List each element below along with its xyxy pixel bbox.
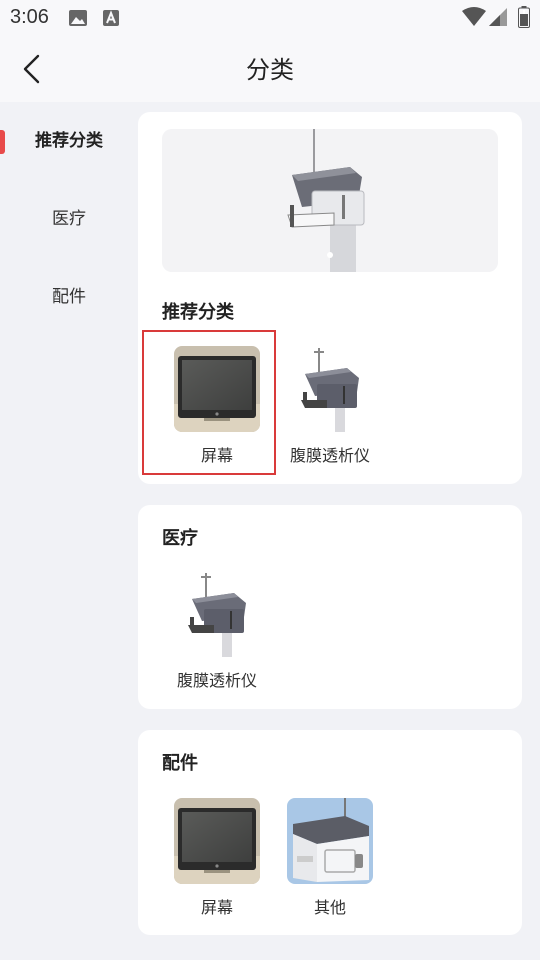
category-item-dialysis[interactable]: 腹膜透析仪 bbox=[280, 346, 380, 466]
category-label: 腹膜透析仪 bbox=[176, 671, 257, 690]
sidebar-item-accessories[interactable]: 配件 bbox=[0, 258, 138, 336]
image-icon bbox=[69, 10, 87, 26]
battery-icon bbox=[518, 6, 530, 28]
screen-thumbnail bbox=[174, 798, 260, 884]
carousel-dot[interactable] bbox=[327, 252, 333, 258]
category-sidebar: 推荐分类 医疗 配件 bbox=[0, 102, 138, 336]
wifi-icon bbox=[462, 7, 486, 26]
category-item-other[interactable]: 其他 bbox=[280, 798, 380, 918]
section-title-accessories: 配件 bbox=[162, 753, 198, 774]
page-title: 分类 bbox=[246, 56, 294, 84]
recommended-card: 推荐分类 屏幕 腹膜透析仪 bbox=[138, 112, 522, 484]
other-thumbnail bbox=[287, 798, 373, 884]
nav-bar: 分类 bbox=[0, 38, 540, 102]
sidebar-item-label: 医疗 bbox=[52, 209, 86, 229]
signal-icon bbox=[489, 8, 507, 26]
category-item-dialysis[interactable]: 腹膜透析仪 bbox=[167, 571, 267, 691]
font-a-icon bbox=[103, 10, 119, 26]
sidebar-item-recommended[interactable]: 推荐分类 bbox=[0, 102, 138, 180]
section-title-medical: 医疗 bbox=[162, 528, 198, 549]
medical-card: 医疗 腹膜透析仪 bbox=[138, 505, 522, 709]
category-label: 屏幕 bbox=[200, 446, 233, 465]
status-time: 3:06 bbox=[10, 6, 49, 28]
dialysis-thumbnail bbox=[287, 346, 373, 432]
status-bar: 3:06 bbox=[0, 0, 540, 38]
accessories-card: 配件 屏幕 其他 bbox=[138, 730, 522, 935]
section-title-recommended: 推荐分类 bbox=[162, 302, 234, 323]
category-label: 屏幕 bbox=[200, 898, 233, 917]
category-item-screen[interactable]: 屏幕 bbox=[167, 798, 267, 918]
active-indicator bbox=[0, 130, 5, 154]
category-item-screen[interactable]: 屏幕 bbox=[167, 346, 267, 466]
sidebar-item-label: 配件 bbox=[52, 287, 86, 307]
sidebar-item-medical[interactable]: 医疗 bbox=[0, 180, 138, 258]
sidebar-item-label: 推荐分类 bbox=[35, 131, 103, 151]
banner-carousel[interactable] bbox=[162, 129, 498, 272]
category-label: 其他 bbox=[313, 898, 346, 917]
carousel-dots bbox=[162, 243, 498, 262]
dialysis-thumbnail bbox=[174, 571, 260, 657]
screen-thumbnail bbox=[174, 346, 260, 432]
category-label: 腹膜透析仪 bbox=[289, 446, 370, 465]
